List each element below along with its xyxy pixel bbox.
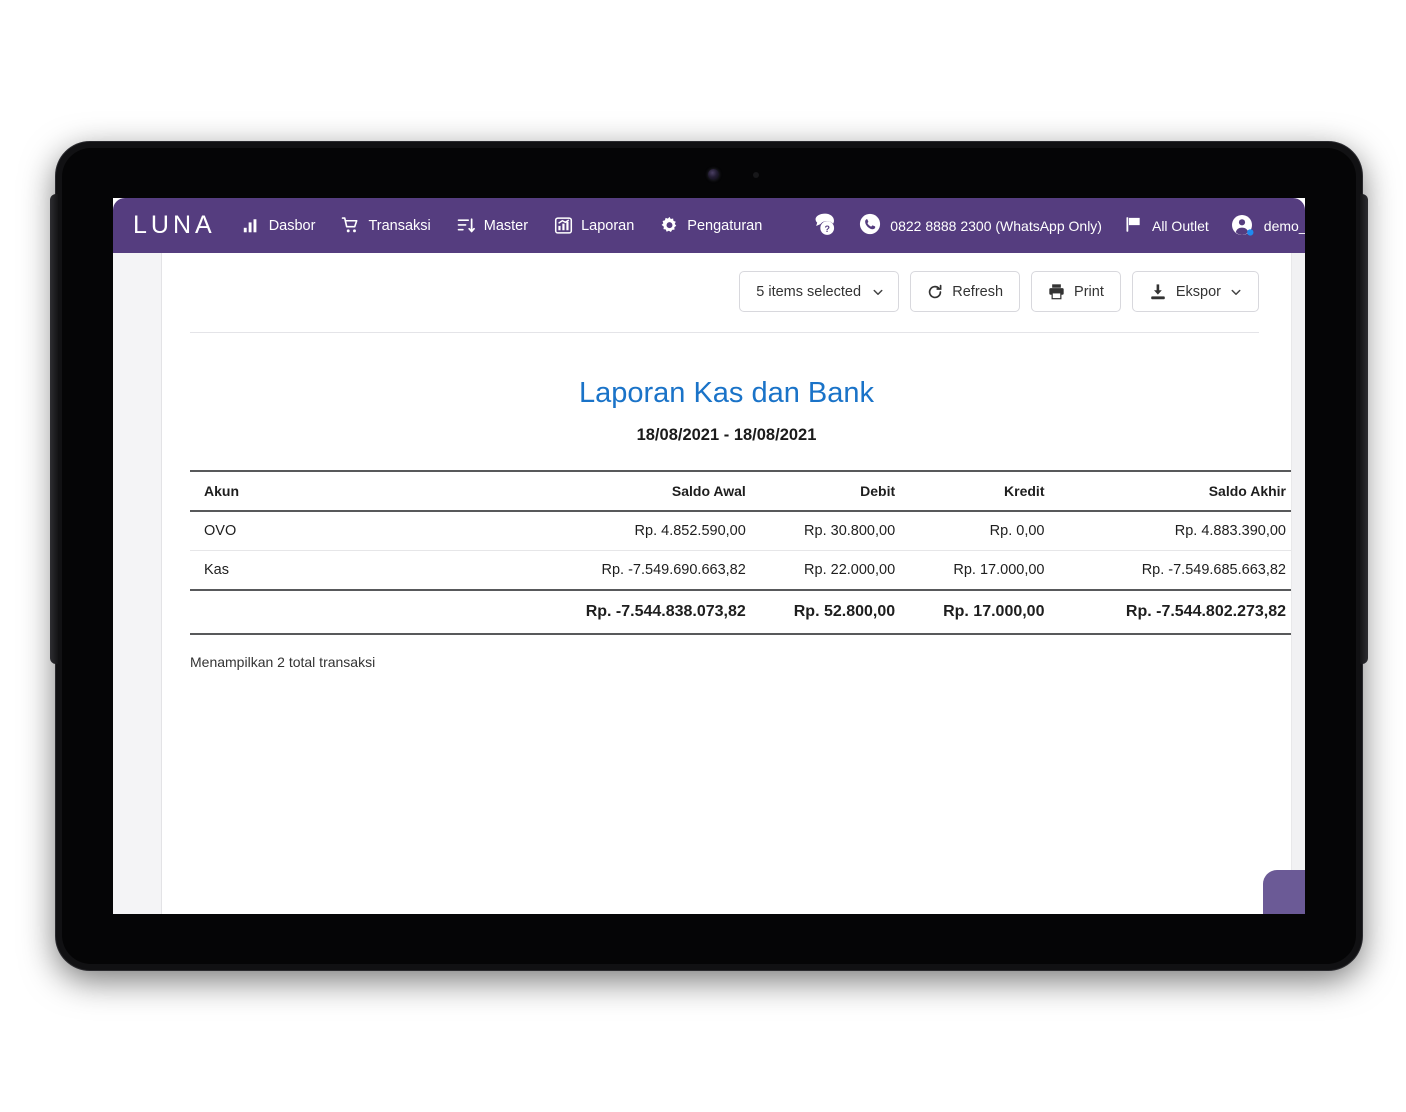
cell-saldo-akhir: Rp. -7.549.685.663,82: [1044, 550, 1291, 591]
nav-item-master[interactable]: Master: [457, 216, 528, 235]
nav-item-dasbor[interactable]: Dasbor: [242, 216, 316, 235]
column-header-akun: Akun: [190, 470, 510, 512]
camera-lens-icon: [708, 169, 719, 180]
refresh-icon: [929, 284, 942, 298]
shopping-cart-icon: [341, 216, 360, 235]
nav-label: Laporan: [581, 217, 635, 234]
table-row[interactable]: Kas Rp. -7.549.690.663,82 Rp. 22.000,00 …: [190, 550, 1291, 591]
nav-label: Pengaturan: [687, 217, 763, 234]
table-body: OVO Rp. 4.852.590,00 Rp. 30.800,00 Rp. 0…: [190, 511, 1291, 591]
total-saldo-akhir: Rp. -7.544.802.273,82: [1044, 589, 1291, 635]
cell-kredit: Rp. 0,00: [895, 511, 1045, 551]
report-toolbar: 5 items selected Refresh Print Ekspor: [162, 253, 1291, 312]
column-header-debit: Debit: [745, 470, 896, 512]
page-title: Laporan Kas dan Bank: [578, 377, 875, 409]
top-navbar: LUNA Dasbor Transaksi Master Laporan Pen…: [113, 198, 1305, 253]
table-total-row: Rp. -7.544.838.073,82 Rp. 52.800,00 Rp. …: [190, 589, 1291, 635]
page-scrollbar-gutter[interactable]: [1291, 253, 1305, 914]
ekspor-button[interactable]: Ekspor: [1131, 271, 1259, 312]
cell-saldo-awal: Rp. 4.852.590,00: [510, 511, 746, 551]
nav-label: Transaksi: [368, 217, 431, 234]
primary-navigation: Dasbor Transaksi Master Laporan Pengatur…: [242, 216, 762, 235]
report-content-area: 5 items selected Refresh Print Ekspor La…: [162, 253, 1291, 914]
nav-item-laporan[interactable]: Laporan: [554, 216, 634, 235]
outlet-selector[interactable]: All Outlet: [1124, 215, 1209, 237]
printer-icon: [1049, 284, 1064, 300]
refresh-label: Refresh: [952, 283, 1004, 300]
total-debit: Rp. 52.800,00: [745, 589, 896, 635]
report-table: Akun Saldo Awal Debit Kredit Saldo Akhir…: [190, 470, 1291, 635]
cell-saldo-akhir: Rp. 4.883.390,00: [1044, 511, 1291, 551]
user-avatar-icon: [1231, 214, 1255, 238]
collapsed-sidebar-rail: [113, 253, 162, 914]
cell-debit: Rp. 22.000,00: [745, 550, 896, 591]
nav-item-pengaturan[interactable]: Pengaturan: [660, 216, 762, 235]
cell-debit: Rp. 30.800,00: [745, 511, 896, 551]
cell-saldo-awal: Rp. -7.549.690.663,82: [510, 550, 746, 591]
help-chat-button[interactable]: ?: [812, 212, 837, 240]
items-selected-dropdown[interactable]: 5 items selected: [739, 271, 900, 312]
cell-akun: OVO: [190, 511, 510, 551]
svg-text:?: ?: [825, 223, 830, 233]
cell-kredit: Rp. 17.000,00: [895, 550, 1045, 591]
column-header-kredit: Kredit: [895, 470, 1045, 512]
transaction-count-note: Menampilkan 2 total transaksi: [190, 654, 376, 670]
ekspor-label: Ekspor: [1175, 283, 1221, 300]
user-account-menu[interactable]: demo_lunap: [1231, 214, 1305, 238]
nav-item-transaksi[interactable]: Transaksi: [341, 216, 431, 235]
report-chart-icon: [554, 216, 573, 235]
table-footer: Rp. -7.544.838.073,82 Rp. 52.800,00 Rp. …: [190, 589, 1291, 635]
utility-navigation: ? 0822 8888 2300 (WhatsApp Only) All Out…: [812, 212, 1305, 240]
tablet-device-frame: LUNA Dasbor Transaksi Master Laporan Pen…: [50, 142, 1368, 970]
outlet-label: All Outlet: [1151, 217, 1209, 234]
nav-label: Master: [483, 217, 529, 234]
whatsapp-contact[interactable]: 0822 8888 2300 (WhatsApp Only): [859, 213, 1102, 238]
table-header: Akun Saldo Awal Debit Kredit Saldo Akhir: [190, 470, 1291, 512]
total-saldo-awal: Rp. -7.544.838.073,82: [510, 589, 746, 635]
luna-brand-logo[interactable]: LUNA: [133, 213, 216, 238]
print-label: Print: [1074, 283, 1104, 300]
download-icon: [1151, 283, 1165, 299]
whatsapp-icon: [859, 213, 881, 238]
total-kredit: Rp. 17.000,00: [895, 589, 1045, 635]
help-chat-icon: ?: [812, 212, 837, 240]
toolbar-divider: [190, 332, 1259, 333]
bar-chart-icon: [242, 216, 261, 235]
column-header-saldo-akhir: Saldo Akhir: [1044, 470, 1291, 512]
column-header-saldo-awal: Saldo Awal: [510, 470, 746, 512]
cell-akun: Kas: [190, 550, 510, 591]
whatsapp-number-label: 0822 8888 2300 (WhatsApp Only): [890, 217, 1102, 234]
total-label: [190, 589, 510, 635]
gear-icon: [660, 216, 679, 235]
print-button[interactable]: Print: [1031, 271, 1121, 312]
nav-label: Dasbor: [268, 217, 316, 234]
chevron-down-icon: [1231, 289, 1241, 295]
sensor-dot-icon: [753, 172, 759, 178]
table-row[interactable]: OVO Rp. 4.852.590,00 Rp. 30.800,00 Rp. 0…: [190, 511, 1291, 551]
tablet-screen: LUNA Dasbor Transaksi Master Laporan Pen…: [113, 198, 1305, 914]
report-date-range: 18/08/2021 - 18/08/2021: [636, 426, 817, 444]
table-header-row: Akun Saldo Awal Debit Kredit Saldo Akhir: [190, 470, 1291, 512]
chevron-down-icon: [873, 289, 883, 295]
username-label: demo_lunap: [1263, 217, 1305, 234]
sort-descending-icon: [457, 216, 476, 235]
flag-icon: [1124, 215, 1143, 237]
refresh-button[interactable]: Refresh: [910, 271, 1021, 312]
floating-action-button[interactable]: [1263, 870, 1305, 914]
items-selected-label: 5 items selected: [756, 283, 862, 300]
